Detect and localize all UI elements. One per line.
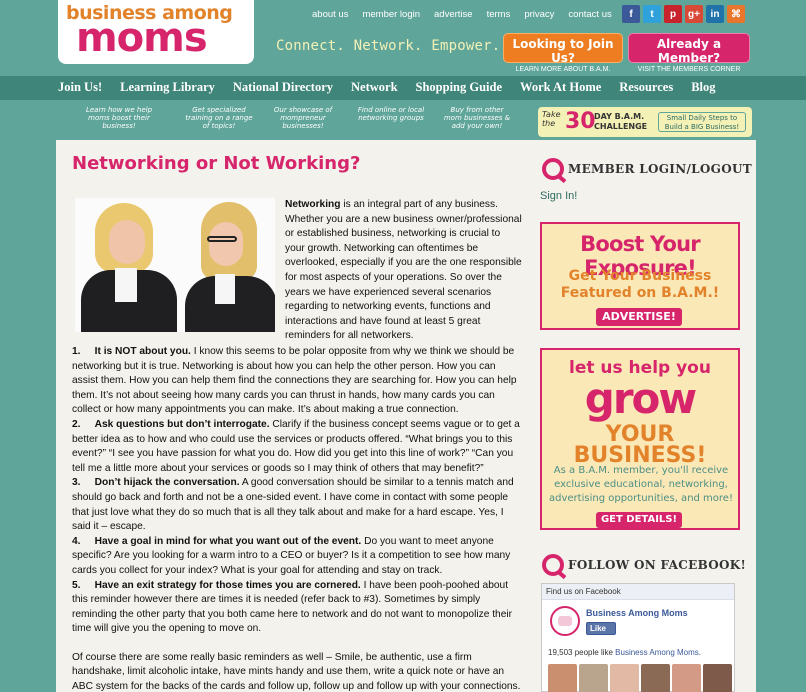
member-login-heading: MEMBER LOGIN/LOGOUT [542,158,752,180]
like-count-text: 19,503 people like [548,648,616,657]
point-heading: It is NOT about you. [94,346,191,357]
facebook-heading-text: FOLLOW ON FACEBOOK! [568,558,747,572]
facebook-icon[interactable]: f [622,5,640,23]
nav-item-learning-library[interactable]: Learning Library [120,80,215,95]
point-number: 2. [72,418,81,430]
nav-hint-network: Find online or local networking groups [357,106,425,122]
list-item: 1. It is NOT about you. I know this seem… [72,345,522,418]
logo-main-text: moms [76,15,208,61]
join-us-button[interactable]: Looking to Join Us? LEARN MORE ABOUT B.A… [503,33,623,73]
nav-item-join-us[interactable]: Join Us! [58,80,102,95]
nav-hint-learning: Get specialized training on a range of t… [185,106,253,130]
fan-faces [548,664,734,692]
members-corner-title: Already a Member? [656,37,722,65]
challenge-tagline: Small Daily Steps to Build a BIG Busines… [658,112,746,132]
avatar[interactable] [703,664,732,692]
list-item: 4. Have a goal in mind for what you want… [72,535,522,579]
nav-hint-shopping: Buy from other mom businesses & add your… [443,106,511,130]
speech-bubble-icon [542,158,564,180]
join-us-title: Looking to Join Us? [512,37,614,65]
nav-item-network[interactable]: Network [351,80,398,95]
nav-item-resources[interactable]: Resources [619,80,673,95]
members-corner-button[interactable]: Already a Member? VISIT THE MEMBERS CORN… [628,33,750,73]
get-details-button[interactable]: GET DETAILS! [596,512,682,528]
speech-bubble-icon [542,554,564,576]
twitter-icon[interactable]: t [643,5,661,23]
grow-description: As a B.A.M. member, you'll receive exclu… [549,465,733,504]
main-nav: Join Us! Learning Library National Direc… [0,76,806,100]
point-number: 1. [72,346,81,357]
article-body: 1. It is NOT about you. I know this seem… [72,345,522,692]
grow-line-3: YOUR BUSINESS! [573,422,707,468]
facebook-widget-header[interactable]: Find us on Facebook [542,584,734,600]
article-title: Networking or Not Working? [72,153,361,174]
facebook-like-button[interactable]: Like [586,622,616,635]
avatar[interactable] [641,664,670,692]
avatar[interactable] [579,664,608,692]
site-tagline: Connect. Network. Empower. [276,38,501,54]
facebook-page-name[interactable]: Business Among Moms [586,608,688,618]
page-avatar[interactable] [550,606,580,636]
grow-line-2: grow [584,374,697,423]
member-login-heading-text: MEMBER LOGIN/LOGOUT [568,162,752,176]
like-count-suffix: . [698,648,701,657]
advertise-banner[interactable]: Boost Your Exposure! Get Your Business F… [540,222,740,330]
advertise-button[interactable]: ADVERTISE! [596,308,682,326]
avatar[interactable] [610,664,639,692]
site-logo[interactable]: business among moms [58,0,254,64]
nav-item-national-directory[interactable]: National Directory [233,80,333,95]
rss-icon[interactable]: ⌘ [727,5,745,23]
point-number: 5. [72,579,81,591]
list-item: 5. Have an exit strategy for those times… [72,579,522,637]
point-heading: Don’t hijack the conversation. [94,477,240,489]
nav-hint-join: Learn how we help moms boost their busin… [85,106,153,130]
challenge-number: 30 [565,109,596,134]
top-links: about us member login advertise terms pr… [312,9,626,23]
article-closing: Of course there are some really basic re… [72,651,521,692]
top-link-terms[interactable]: terms [487,9,511,23]
facebook-widget: Find us on Facebook Business Among Moms … [541,583,735,692]
sign-in-link[interactable]: Sign In! [540,190,577,202]
point-number: 3. [72,477,81,489]
point-number: 4. [72,535,81,547]
avatar[interactable] [548,664,577,692]
point-heading: Have a goal in mind for what you want ou… [94,535,362,547]
article-intro: Networking is an integral part of any bu… [285,198,522,344]
top-link-advertise[interactable]: advertise [434,9,473,23]
linkedin-icon[interactable]: in [706,5,724,23]
top-link-about[interactable]: about us [312,9,348,23]
facebook-like-count: 19,503 people like Business Among Moms. [548,648,701,657]
article-photo [75,198,275,332]
list-item: 3. Don’t hijack the conversation. A good… [72,476,522,534]
top-link-member-login[interactable]: member login [362,9,420,23]
intro-bold: Networking [285,199,341,210]
join-us-subtitle: LEARN MORE ABOUT B.A.M. [515,66,611,73]
nav-hint-directory: Our showcase of mompreneur businesses! [273,106,333,130]
site-header: business among moms about us member logi… [0,0,806,76]
like-count-link[interactable]: Business Among Moms [615,648,699,657]
advertise-subline: Get Your Business Featured on B.A.M.! [560,268,720,301]
nav-item-shopping-guide[interactable]: Shopping Guide [416,80,503,95]
facebook-heading: FOLLOW ON FACEBOOK! [542,554,746,576]
grow-business-banner[interactable]: let us help you grow YOUR BUSINESS! As a… [540,348,740,530]
point-heading: Have an exit strategy for those times yo… [94,579,361,591]
top-link-contact[interactable]: contact us [568,9,611,23]
avatar[interactable] [672,664,701,692]
social-icons: f t p g+ in ⌘ [622,5,748,23]
nav-item-work-at-home[interactable]: Work At Home [520,80,601,95]
members-corner-subtitle: VISIT THE MEMBERS CORNER [637,66,741,73]
list-item: 2. Ask questions but don’t interrogate. … [72,418,522,476]
challenge-label: DAY B.A.M. CHALLENGE [594,112,648,131]
top-link-privacy[interactable]: privacy [524,9,554,23]
challenge-banner[interactable]: Take the 30 DAY B.A.M. CHALLENGE Small D… [538,107,752,137]
google-plus-icon[interactable]: g+ [685,5,703,23]
intro-text: is an integral part of any business. Whe… [285,199,522,342]
pinterest-icon[interactable]: p [664,5,682,23]
challenge-take: Take the [542,110,561,128]
nav-item-blog[interactable]: Blog [691,80,715,95]
point-heading: Ask questions but don’t interrogate. [94,418,270,430]
